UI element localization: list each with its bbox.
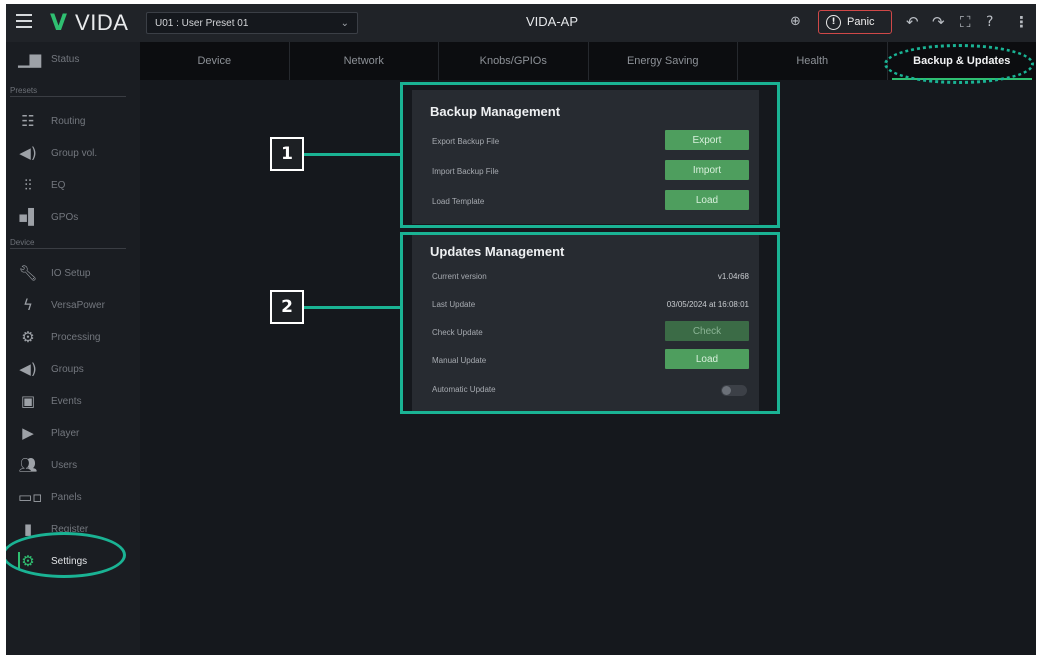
routing-icon: ☷ bbox=[21, 112, 35, 130]
sidebar-item-label: Users bbox=[51, 459, 78, 471]
logo-mark: V bbox=[50, 10, 68, 36]
tab-energy-saving[interactable]: Energy Saving bbox=[589, 42, 738, 80]
menu-icon[interactable] bbox=[16, 14, 32, 30]
sidebar-item-events[interactable]: ▣ Events bbox=[6, 386, 140, 416]
callout-number-1: 1 bbox=[270, 137, 304, 171]
gpo-icon: ▪▌ bbox=[18, 208, 40, 226]
sidebar-item-label: Routing bbox=[51, 115, 86, 127]
eq-icon: ⫶⫶ bbox=[24, 176, 32, 194]
users-icon: 👥︎ bbox=[18, 456, 38, 474]
help-icon[interactable]: ? bbox=[986, 13, 993, 31]
play-icon: ▶ bbox=[22, 424, 34, 442]
logo-text: VIDA bbox=[75, 10, 129, 35]
callout-frame-2 bbox=[400, 232, 780, 414]
sidebar-item-label: Events bbox=[51, 395, 82, 407]
panic-button-label: Panic bbox=[847, 16, 875, 28]
sidebar-item-io-setup[interactable]: 🔧︎ IO Setup bbox=[6, 258, 140, 288]
sidebar-item-status[interactable]: ▁▆ Status bbox=[6, 44, 140, 74]
sidebar-item-eq[interactable]: ⫶⫶ EQ bbox=[6, 170, 140, 200]
callout-frame-1 bbox=[400, 82, 780, 228]
tab-highlight-ellipse bbox=[884, 44, 1034, 84]
panic-button[interactable]: ! Panic bbox=[818, 10, 892, 34]
sidebar-item-routing[interactable]: ☷ Routing bbox=[6, 106, 140, 136]
processing-icon: ⚙ bbox=[21, 328, 35, 346]
callout-line-1 bbox=[304, 153, 401, 156]
speaker-icon: ◀) bbox=[19, 144, 37, 162]
alert-icon: ! bbox=[826, 14, 841, 30]
tab-knobs-gpios[interactable]: Knobs/GPIOs bbox=[439, 42, 589, 80]
wrench-icon: 🔧︎ bbox=[18, 264, 38, 282]
top-bar: V VIDA U01 : User Preset 01 ⌄ VIDA-AP ⊕ … bbox=[6, 4, 1036, 42]
power-icon: ϟ bbox=[23, 296, 33, 314]
redo-icon[interactable]: ↷ bbox=[932, 13, 945, 31]
preset-select-value: U01 : User Preset 01 bbox=[155, 17, 249, 29]
fullscreen-icon[interactable]: ⛶ bbox=[960, 13, 971, 31]
callout-number-2: 2 bbox=[270, 290, 304, 324]
tab-health[interactable]: Health bbox=[738, 42, 888, 80]
add-device-icon[interactable]: ⊕ bbox=[790, 13, 801, 31]
preset-select[interactable]: U01 : User Preset 01 ⌄ bbox=[146, 12, 358, 34]
sidebar-item-label: EQ bbox=[51, 179, 66, 191]
app-logo: V VIDA bbox=[50, 9, 128, 37]
settings-highlight-ellipse bbox=[6, 532, 126, 578]
calendar-icon: ▣ bbox=[20, 392, 36, 410]
sidebar-item-label: Panels bbox=[51, 491, 82, 503]
sidebar-item-label: GPOs bbox=[51, 211, 79, 223]
undo-icon[interactable]: ↶ bbox=[906, 13, 919, 31]
chevron-down-icon: ⌄ bbox=[340, 17, 349, 29]
sidebar-item-users[interactable]: 👥︎ Users bbox=[6, 450, 140, 480]
panels-icon: ▭▫ bbox=[18, 488, 43, 506]
sidebar-item-label: Processing bbox=[51, 331, 101, 343]
sidebar-item-label: Player bbox=[51, 427, 80, 439]
sidebar-item-label: Groups bbox=[51, 363, 84, 375]
sidebar-item-panels[interactable]: ▭▫ Panels bbox=[6, 482, 140, 512]
speaker-icon: ◀) bbox=[19, 360, 37, 378]
sidebar-item-processing[interactable]: ⚙ Processing bbox=[6, 322, 140, 352]
sidebar-section-device: Device bbox=[10, 238, 126, 249]
sidebar-item-group-vol[interactable]: ◀) Group vol. bbox=[6, 138, 140, 168]
sidebar-item-label: Group vol. bbox=[51, 147, 98, 159]
tab-device[interactable]: Device bbox=[140, 42, 290, 80]
bar-chart-icon: ▁▆ bbox=[18, 50, 42, 68]
sidebar-item-label: Status bbox=[51, 53, 80, 65]
device-title: VIDA-AP bbox=[526, 14, 579, 29]
sidebar-item-label: VersaPower bbox=[51, 299, 105, 311]
sidebar-section-presets: Presets bbox=[10, 86, 126, 97]
tab-network[interactable]: Network bbox=[290, 42, 439, 80]
more-icon[interactable]: ⋮ bbox=[1014, 13, 1029, 31]
sidebar-item-player[interactable]: ▶ Player bbox=[6, 418, 140, 448]
sidebar-item-label: IO Setup bbox=[51, 267, 91, 279]
app-window: V VIDA U01 : User Preset 01 ⌄ VIDA-AP ⊕ … bbox=[6, 4, 1036, 655]
callout-line-2 bbox=[304, 306, 401, 309]
sidebar-item-groups[interactable]: ◀) Groups bbox=[6, 354, 140, 384]
sidebar-item-versapower[interactable]: ϟ VersaPower bbox=[6, 290, 140, 320]
sidebar-item-gpos[interactable]: ▪▌ GPOs bbox=[6, 202, 140, 232]
